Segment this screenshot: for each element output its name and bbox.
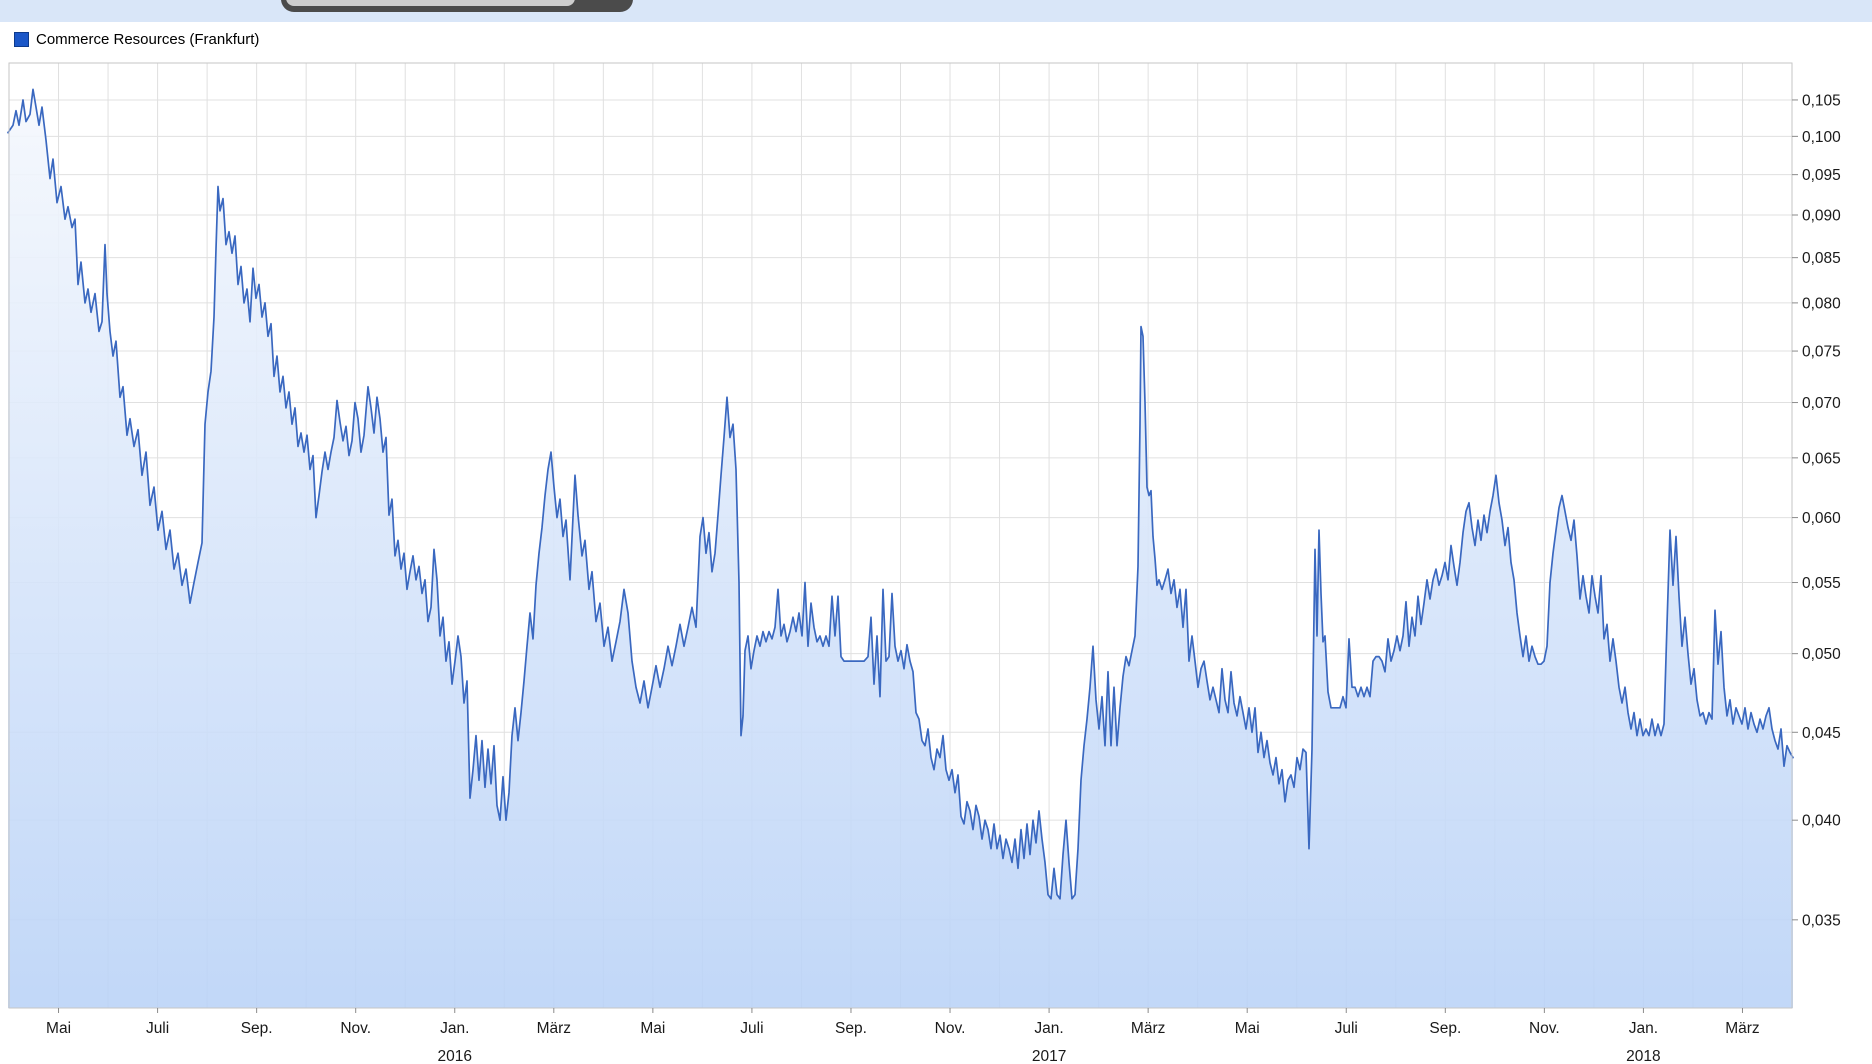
x-tick-label: März xyxy=(1725,1020,1759,1037)
price-chart: 0,105 0,100 0,095 0,090 0,085 0,080 0,075 0,070… xyxy=(0,0,1872,1064)
x-tick-label: Juli xyxy=(740,1020,763,1037)
y-tick-label: 0,035 xyxy=(1802,912,1841,929)
y-tick-label: 0,090 xyxy=(1802,207,1841,224)
x-tick-label: Jan. xyxy=(440,1020,469,1037)
x-year-label: 2017 xyxy=(1032,1048,1066,1064)
y-tick-label: 0,045 xyxy=(1802,725,1841,742)
x-tick-label: Sep. xyxy=(1429,1020,1461,1037)
x-year-label: 2018 xyxy=(1626,1048,1660,1064)
x-tick-label: Nov. xyxy=(935,1020,966,1037)
y-tick-label: 0,060 xyxy=(1802,510,1841,527)
y-tick-label: 0,095 xyxy=(1802,167,1841,184)
x-tick-label: März xyxy=(1131,1020,1165,1037)
x-tick-label: Sep. xyxy=(241,1020,273,1037)
x-tick-label: Mai xyxy=(640,1020,665,1037)
y-tick-label: 0,040 xyxy=(1802,813,1841,830)
x-tick-label: Jan. xyxy=(1629,1020,1658,1037)
x-tick-label: Mai xyxy=(1235,1020,1260,1037)
x-tick-label: März xyxy=(537,1020,571,1037)
x-tick-label: Juli xyxy=(146,1020,169,1037)
y-tick-label: 0,050 xyxy=(1802,646,1841,663)
y-tick-label: 0,105 xyxy=(1802,92,1841,109)
page: { "toolbar": { "bar_color": "#d9e6f8", "… xyxy=(0,0,1872,1064)
y-tick-label: 0,065 xyxy=(1802,450,1841,467)
y-tick-label: 0,100 xyxy=(1802,129,1841,146)
y-axis-labels: 0,105 0,100 0,095 0,090 0,085 0,080 0,075 0,070… xyxy=(1792,92,1841,929)
x-tick-label: Mai xyxy=(46,1020,71,1037)
x-tick-label: Nov. xyxy=(340,1020,371,1037)
x-tick-label: Juli xyxy=(1335,1020,1358,1037)
y-tick-label: 0,080 xyxy=(1802,295,1841,312)
x-tick-label: Sep. xyxy=(835,1020,867,1037)
y-tick-label: 0,085 xyxy=(1802,250,1841,267)
y-tick-label: 0,055 xyxy=(1802,575,1841,592)
x-tick-label: Jan. xyxy=(1034,1020,1063,1037)
x-axis-labels: Mai Juli Sep. Nov. Jan. März Mai Juli Sep. Nov. Ja… xyxy=(46,1008,1760,1064)
x-tick-label: Nov. xyxy=(1529,1020,1560,1037)
y-tick-label: 0,070 xyxy=(1802,395,1841,412)
y-tick-label: 0,075 xyxy=(1802,344,1841,361)
x-year-label: 2016 xyxy=(438,1048,472,1064)
